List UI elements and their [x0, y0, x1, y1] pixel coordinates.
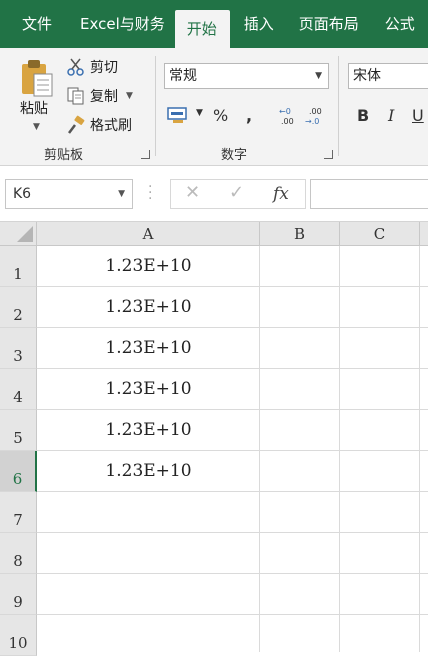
number-launcher-icon[interactable] — [324, 150, 333, 159]
cell-a4[interactable]: 1.23E+10 — [38, 369, 259, 409]
select-all-icon — [17, 226, 33, 242]
comma-style-button[interactable]: , — [246, 106, 252, 125]
cell-a5[interactable]: 1.23E+10 — [38, 410, 259, 450]
tab-page-layout[interactable]: 页面布局 — [287, 0, 373, 48]
resize-handle-icon[interactable]: · · · — [148, 180, 152, 206]
row-header-3[interactable]: 3 — [0, 328, 37, 369]
row-header-7[interactable]: 7 — [0, 492, 37, 533]
gridline — [419, 246, 420, 652]
cut-label: 剪切 — [90, 60, 118, 76]
paste-icon — [22, 60, 53, 97]
insert-function-button[interactable]: fx — [273, 184, 289, 204]
font-name-select[interactable]: 宋体 — [348, 63, 428, 89]
copy-icon — [67, 87, 84, 105]
name-box-value: K6 — [13, 186, 32, 202]
font-name-value: 宋体 — [353, 68, 381, 84]
formula-bar: K6 ▼ · · · ✕ ✓ fx — [0, 166, 428, 222]
tab-file[interactable]: 文件 — [0, 0, 70, 48]
percent-button[interactable]: % — [213, 106, 228, 125]
accounting-format-button[interactable] — [167, 105, 189, 129]
column-header-d[interactable] — [420, 222, 428, 246]
column-header-a[interactable]: A — [37, 222, 260, 246]
format-painter-button[interactable]: 格式刷 — [66, 114, 132, 136]
number-group-label: 数字 — [221, 148, 248, 163]
format-painter-icon — [68, 115, 85, 134]
row-header-8[interactable]: 8 — [0, 533, 37, 574]
number-format-value: 常规 — [169, 68, 197, 84]
increase-decimal-button[interactable]: ←0 .00 — [277, 105, 299, 127]
chevron-down-icon: ▼ — [315, 71, 322, 81]
gridline — [259, 246, 260, 652]
formula-buttons: ✕ ✓ fx — [170, 179, 306, 209]
svg-text:←0: ←0 — [279, 107, 291, 116]
paste-label: 粘贴 — [20, 101, 48, 117]
group-separator — [338, 56, 339, 156]
italic-button[interactable]: I — [388, 106, 394, 125]
enter-check-icon[interactable]: ✓ — [229, 182, 244, 203]
svg-text:.00: .00 — [281, 117, 294, 126]
ribbon-tab-bar: 文件 Excel与财务 开始 插入 页面布局 公式 — [0, 0, 428, 48]
chevron-down-icon[interactable]: ▼ — [196, 108, 203, 118]
row-header-4[interactable]: 4 — [0, 369, 37, 410]
copy-label: 复制 — [90, 89, 118, 105]
row-header-10[interactable]: 10 — [0, 615, 37, 656]
svg-text:→.0: →.0 — [305, 117, 319, 126]
column-header-b[interactable]: B — [260, 222, 340, 246]
chevron-down-icon[interactable]: ▼ — [126, 91, 133, 101]
column-header-c[interactable]: C — [340, 222, 420, 246]
scissors-icon — [67, 58, 84, 76]
row-header-5[interactable]: 5 — [0, 410, 37, 451]
cell-a6[interactable]: 1.23E+10 — [38, 451, 259, 491]
formula-input[interactable] — [310, 179, 428, 209]
svg-text:.00: .00 — [309, 107, 322, 116]
clipboard-group-label: 剪贴板 — [44, 148, 84, 163]
copy-button[interactable]: 复制 ▼ — [66, 85, 133, 107]
cell-a2[interactable]: 1.23E+10 — [38, 287, 259, 327]
format-painter-label: 格式刷 — [90, 118, 132, 134]
cell-a3[interactable]: 1.23E+10 — [38, 328, 259, 368]
decrease-decimal-button[interactable]: .00 →.0 — [305, 105, 327, 127]
chevron-down-icon[interactable]: ▼ — [118, 180, 125, 208]
row-header-2[interactable]: 2 — [0, 287, 37, 328]
row-header-1[interactable]: 1 — [0, 246, 37, 287]
gridline — [37, 573, 428, 574]
ribbon-home: 粘贴 ▼ 剪切 复制 ▼ 格式刷 剪贴板 常规 ▼ ▼ % , ←0 .00 .… — [0, 48, 428, 166]
group-separator — [155, 56, 156, 156]
select-all-button[interactable] — [0, 222, 37, 246]
cut-button[interactable]: 剪切 — [66, 56, 118, 78]
row-header-9[interactable]: 9 — [0, 574, 37, 615]
gridline — [37, 614, 428, 615]
tab-home[interactable]: 开始 — [174, 10, 230, 48]
cancel-icon[interactable]: ✕ — [185, 182, 200, 203]
cell-a1[interactable]: 1.23E+10 — [38, 246, 259, 286]
chevron-down-icon[interactable]: ▼ — [33, 122, 40, 132]
gridline — [37, 491, 428, 492]
tab-formulas[interactable]: 公式 — [373, 0, 415, 48]
increase-decimal-icon: ←0 .00 — [279, 107, 294, 126]
row-header-6[interactable]: 6 — [0, 451, 37, 492]
clipboard-launcher-icon[interactable] — [141, 150, 150, 159]
tab-excel-finance[interactable]: Excel与财务 — [70, 0, 175, 48]
currency-icon — [167, 107, 187, 123]
gridline — [37, 532, 428, 533]
number-format-select[interactable]: 常规 ▼ — [164, 63, 329, 89]
tab-insert[interactable]: 插入 — [230, 0, 287, 48]
bold-button[interactable]: B — [357, 106, 369, 125]
gridline — [339, 246, 340, 652]
underline-button[interactable]: U — [412, 106, 424, 125]
name-box[interactable]: K6 ▼ — [5, 179, 133, 209]
decrease-decimal-icon: .00 →.0 — [305, 107, 322, 126]
worksheet-grid: A B C 1 2 3 4 5 6 7 8 9 10 1.23E+10 1.23… — [0, 222, 428, 656]
